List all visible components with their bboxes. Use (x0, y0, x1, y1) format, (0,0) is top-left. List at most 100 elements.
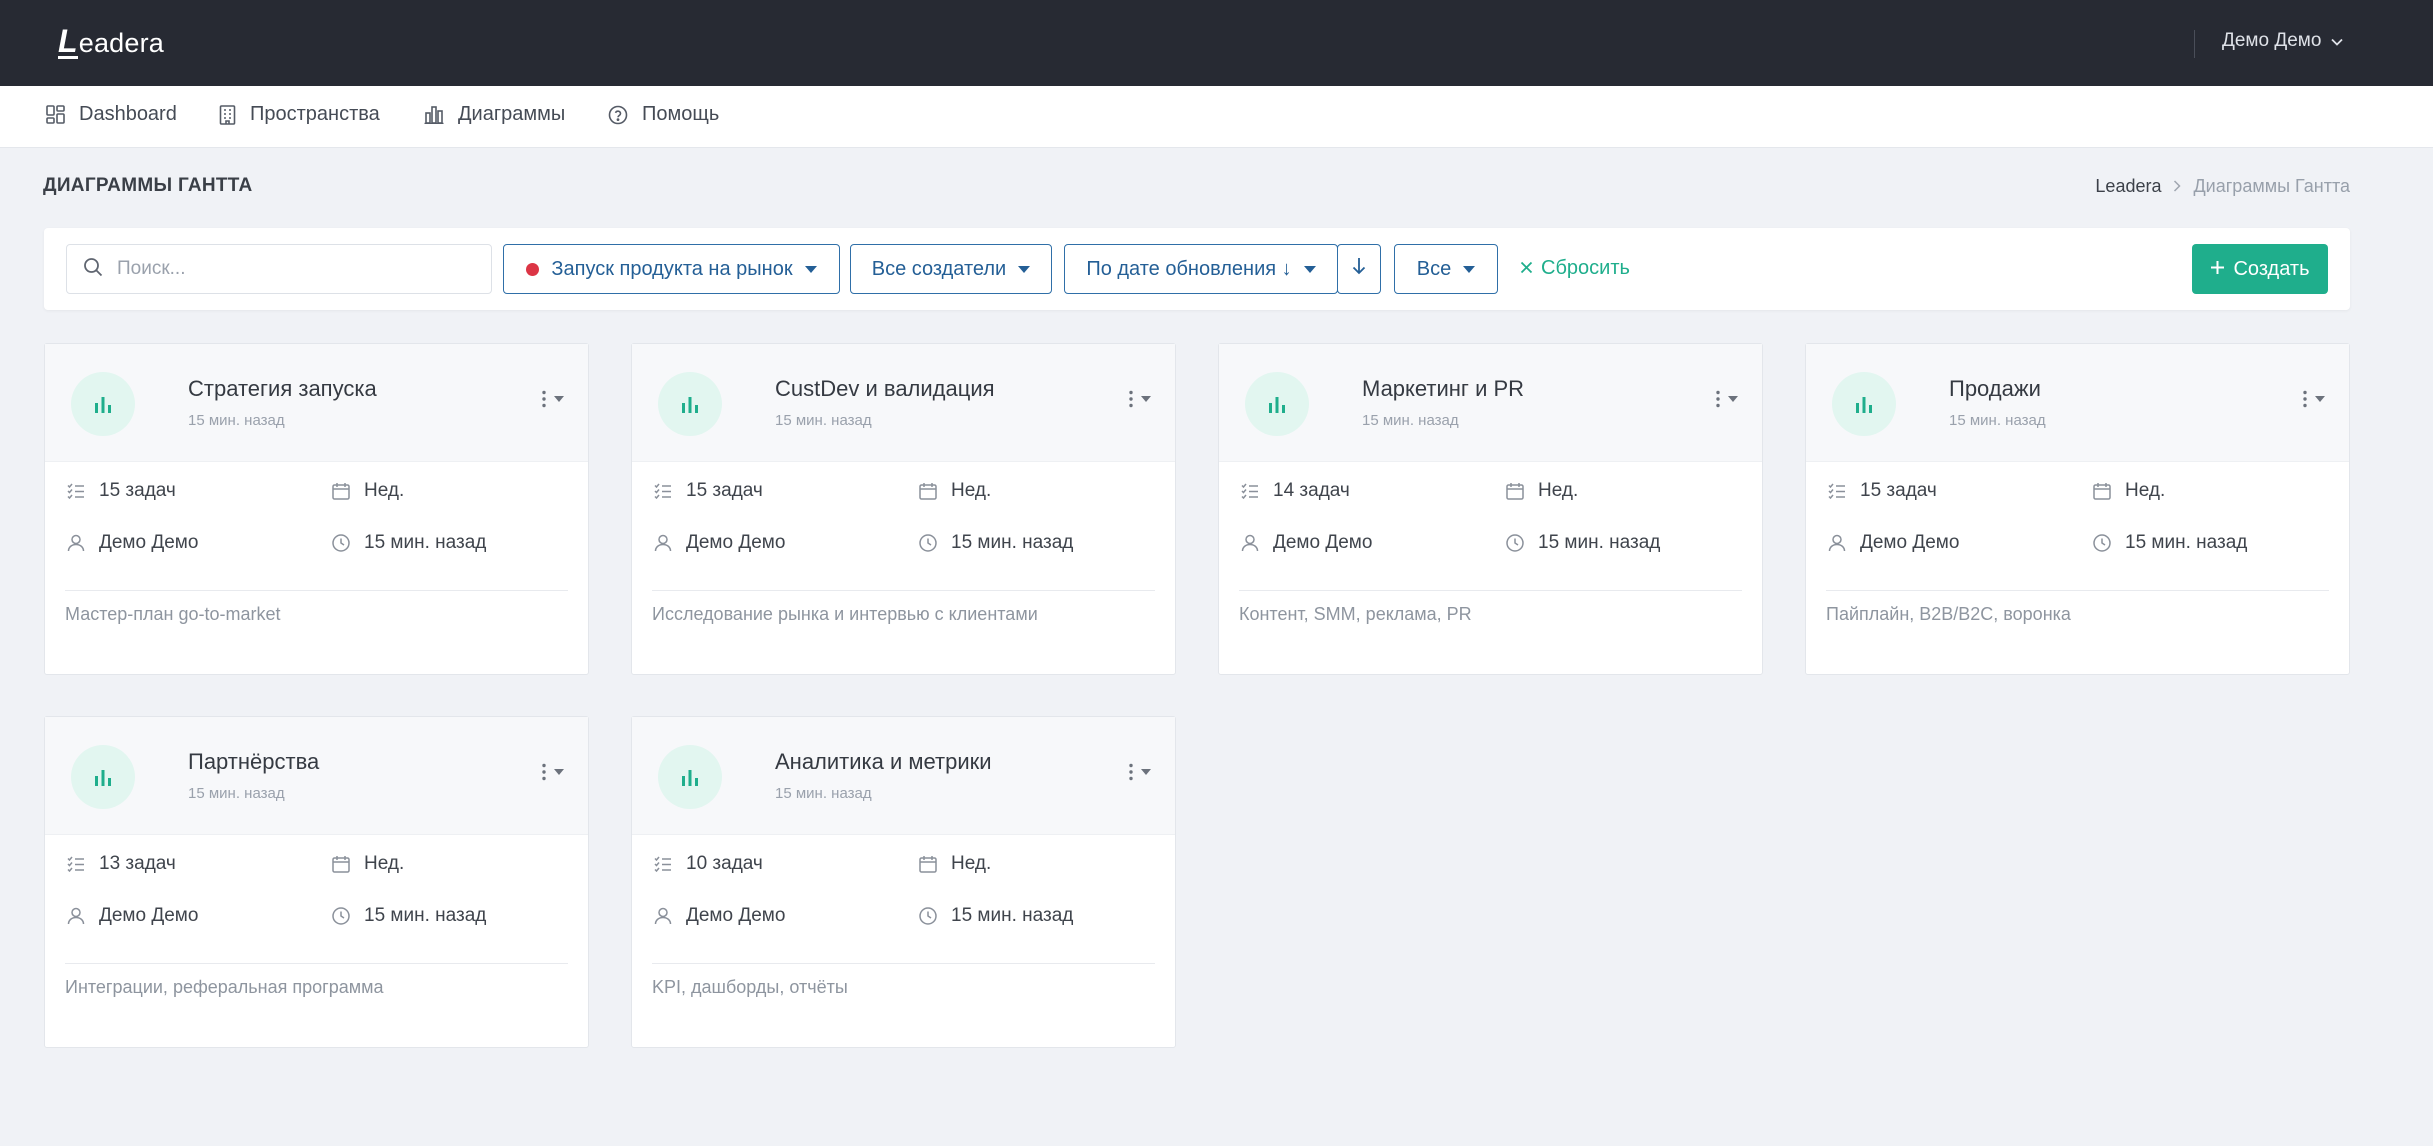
nav-label-dashboard: Dashboard (79, 103, 177, 125)
calendar-icon (1506, 482, 1524, 500)
create-button[interactable]: Создать (2192, 244, 2328, 294)
breadcrumb-root[interactable]: Leadera (2095, 176, 2161, 197)
space-filter-label: Запуск продукта на рынок (551, 257, 793, 280)
card-tasks-count: 15 задач (99, 480, 176, 501)
creators-filter-dropdown[interactable]: Все создатели (850, 244, 1052, 294)
card-period: Нед. (919, 853, 991, 875)
clock-icon (332, 534, 350, 552)
user-menu[interactable]: Демо Демо (2222, 30, 2344, 52)
chevron-down-icon (2331, 30, 2344, 52)
card-title[interactable]: CustDev и валидация (775, 376, 995, 402)
sort-dropdown[interactable]: По дате обновления ↓ (1064, 244, 1338, 294)
nav-item-help[interactable]: Помощь (608, 103, 719, 126)
card-title[interactable]: Стратегия запуска (188, 376, 377, 402)
card-tasks-count: 13 задач (99, 853, 176, 874)
card-divider (652, 590, 1155, 591)
card-owner-name: Демо Демо (686, 532, 786, 553)
tasks-icon (67, 483, 85, 499)
space-filter-dropdown[interactable]: Запуск продукта на рынок (503, 244, 840, 294)
card-description: KPI, дашборды, отчёты (652, 977, 848, 997)
card-time: 15 мин. назад (775, 785, 872, 802)
card-owner: Демо Демо (67, 905, 198, 927)
nav-label-charts: Диаграммы (458, 103, 566, 125)
calendar-icon (332, 855, 350, 873)
nav-item-spaces[interactable]: Пространства (219, 103, 380, 126)
card-owner: Демо Демо (67, 532, 198, 554)
gantt-card[interactable]: CustDev и валидация 15 мин. назад 15 зад… (631, 343, 1176, 675)
card-header: Аналитика и метрики 15 мин. назад (632, 717, 1175, 835)
card-tasks: 13 задач (67, 853, 176, 875)
card-owner-name: Демо Демо (99, 905, 199, 926)
card-title[interactable]: Аналитика и метрики (775, 749, 992, 775)
kebab-icon (1129, 390, 1133, 408)
card-menu-button[interactable] (1129, 763, 1151, 781)
kebab-icon (542, 390, 546, 408)
gantt-card[interactable]: Партнёрства 15 мин. назад 13 задач Нед. … (44, 716, 589, 1048)
card-divider (1826, 590, 2329, 591)
help-icon (608, 105, 628, 125)
chart-icon (1832, 372, 1896, 436)
card-header: Продажи 15 мин. назад (1806, 344, 2349, 462)
card-menu-button[interactable] (1716, 390, 1738, 408)
card-menu-button[interactable] (1129, 390, 1151, 408)
card-updated: 15 мин. назад (919, 532, 1073, 554)
gantt-card[interactable]: Маркетинг и PR 15 мин. назад 14 задач Не… (1218, 343, 1763, 675)
card-owner-name: Демо Демо (686, 905, 786, 926)
card-menu-button[interactable] (542, 763, 564, 781)
search-input[interactable] (117, 258, 457, 280)
caret-down-icon (1463, 265, 1476, 273)
kebab-icon (2303, 390, 2307, 408)
card-menu-button[interactable] (542, 390, 564, 408)
card-period: Нед. (332, 480, 404, 502)
caret-down-icon (804, 265, 817, 273)
card-owner: Демо Демо (654, 532, 785, 554)
caret-down-icon (554, 396, 564, 402)
clock-icon (2093, 534, 2111, 552)
card-updated-value: 15 мин. назад (951, 532, 1074, 553)
gantt-card[interactable]: Продажи 15 мин. назад 15 задач Нед. Демо… (1805, 343, 2350, 675)
chart-icon (424, 105, 444, 124)
tasks-icon (67, 856, 85, 872)
reset-button[interactable]: Сбросить (1520, 257, 1630, 280)
card-title[interactable]: Маркетинг и PR (1362, 376, 1524, 402)
caret-down-icon (1141, 396, 1151, 402)
user-name: Демо Демо (2222, 30, 2322, 51)
card-updated: 15 мин. назад (2093, 532, 2247, 554)
card-time: 15 мин. назад (188, 785, 285, 802)
nav-item-charts[interactable]: Диаграммы (424, 103, 565, 126)
sort-direction-button[interactable] (1337, 244, 1381, 294)
card-tasks: 15 задач (67, 480, 176, 502)
gantt-card[interactable]: Стратегия запуска 15 мин. назад 15 задач… (44, 343, 589, 675)
card-updated: 15 мин. назад (332, 905, 486, 927)
chart-icon (71, 372, 135, 436)
caret-down-icon (554, 769, 564, 775)
card-period: Нед. (2093, 480, 2165, 502)
logo-letter: L (58, 23, 78, 59)
card-divider (652, 963, 1155, 964)
status-filter-dropdown[interactable]: Все (1394, 244, 1498, 294)
card-period: Нед. (1506, 480, 1578, 502)
app-logo[interactable]: Leadera (58, 23, 164, 59)
card-owner-name: Демо Демо (1273, 532, 1373, 553)
card-divider (1239, 590, 1742, 591)
user-icon (654, 907, 672, 925)
card-title[interactable]: Партнёрства (188, 749, 319, 775)
card-description: Пайплайн, B2B/B2C, воронка (1826, 604, 2071, 624)
arrow-down-icon (1352, 257, 1366, 281)
create-label: Создать (2233, 257, 2310, 280)
chart-icon (658, 745, 722, 809)
kebab-icon (542, 763, 546, 781)
card-title[interactable]: Продажи (1949, 376, 2041, 402)
card-menu-button[interactable] (2303, 390, 2325, 408)
nav-item-dashboard[interactable]: Dashboard (46, 103, 177, 126)
user-icon (1828, 534, 1846, 552)
card-owner: Демо Демо (654, 905, 785, 927)
calendar-icon (919, 482, 937, 500)
card-period-value: Нед. (2125, 480, 2166, 501)
gantt-card[interactable]: Аналитика и метрики 15 мин. назад 10 зад… (631, 716, 1176, 1048)
chart-icon (658, 372, 722, 436)
card-header: Партнёрства 15 мин. назад (45, 717, 588, 835)
clock-icon (919, 534, 937, 552)
card-header: CustDev и валидация 15 мин. назад (632, 344, 1175, 462)
card-updated-value: 15 мин. назад (951, 905, 1074, 926)
